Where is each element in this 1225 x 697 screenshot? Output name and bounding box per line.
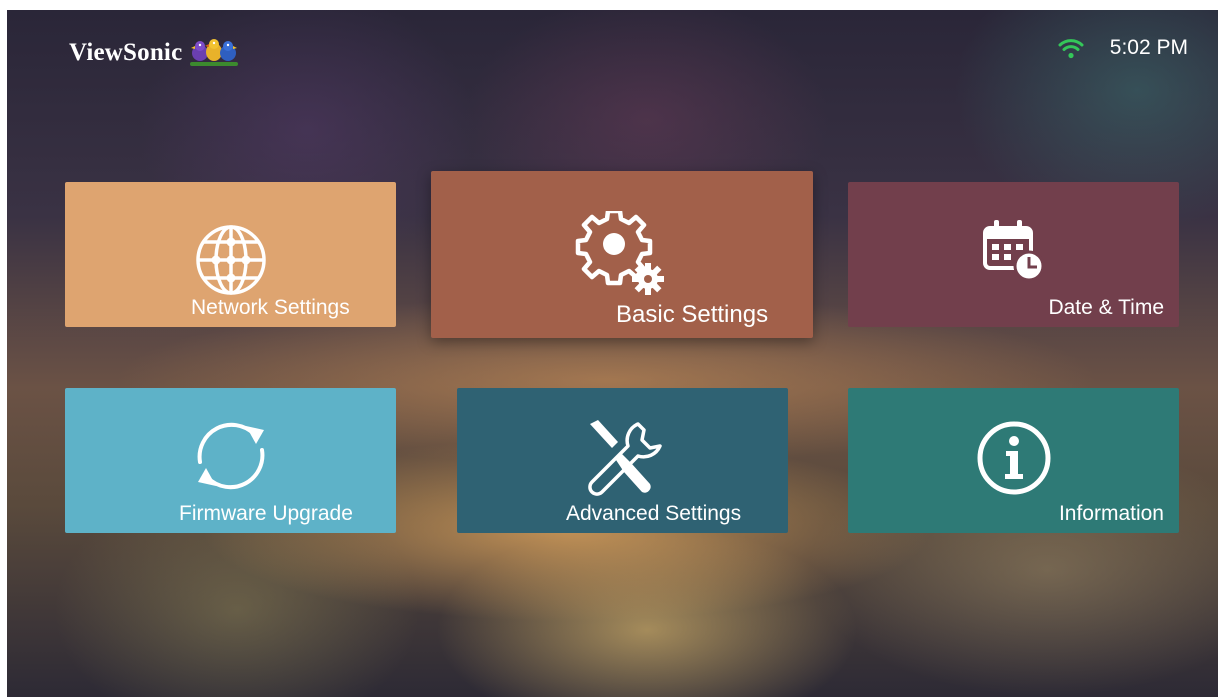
- tile-label: Firmware Upgrade: [179, 502, 353, 525]
- brand-logo: ViewSonic: [69, 36, 240, 70]
- launcher-screen: ViewSonic 5:02 PM Network Settings Basic…: [7, 10, 1218, 697]
- tile-firmware-upgrade[interactable]: Firmware Upgrade: [65, 388, 396, 533]
- birds-logo-icon: [190, 39, 239, 66]
- tile-basic-settings[interactable]: Basic Settings: [431, 171, 813, 338]
- refresh-arrows-icon: [197, 422, 264, 490]
- tools-icon: [587, 420, 662, 496]
- gears-icon: [575, 211, 664, 295]
- wifi-icon: [1058, 39, 1084, 59]
- tile-network-settings[interactable]: Network Settings: [65, 182, 396, 327]
- calendar-clock-icon: [982, 220, 1044, 282]
- info-icon: [977, 421, 1050, 495]
- tile-date-time[interactable]: Date & Time: [848, 182, 1179, 327]
- tile-label: Network Settings: [191, 296, 350, 319]
- globe-network-icon: [195, 225, 266, 295]
- tile-information[interactable]: Information: [848, 388, 1179, 533]
- tile-label: Advanced Settings: [566, 502, 742, 525]
- clock: 5:02 PM: [1109, 36, 1188, 59]
- tile-advanced-settings[interactable]: Advanced Settings: [457, 388, 788, 533]
- tile-label: Information: [1058, 502, 1164, 525]
- status-bar: 5:02 PM: [1058, 36, 1188, 60]
- tile-label: Date & Time: [1048, 296, 1164, 319]
- tile-label: Basic Settings: [616, 301, 769, 328]
- brand-name: ViewSonic: [69, 39, 183, 66]
